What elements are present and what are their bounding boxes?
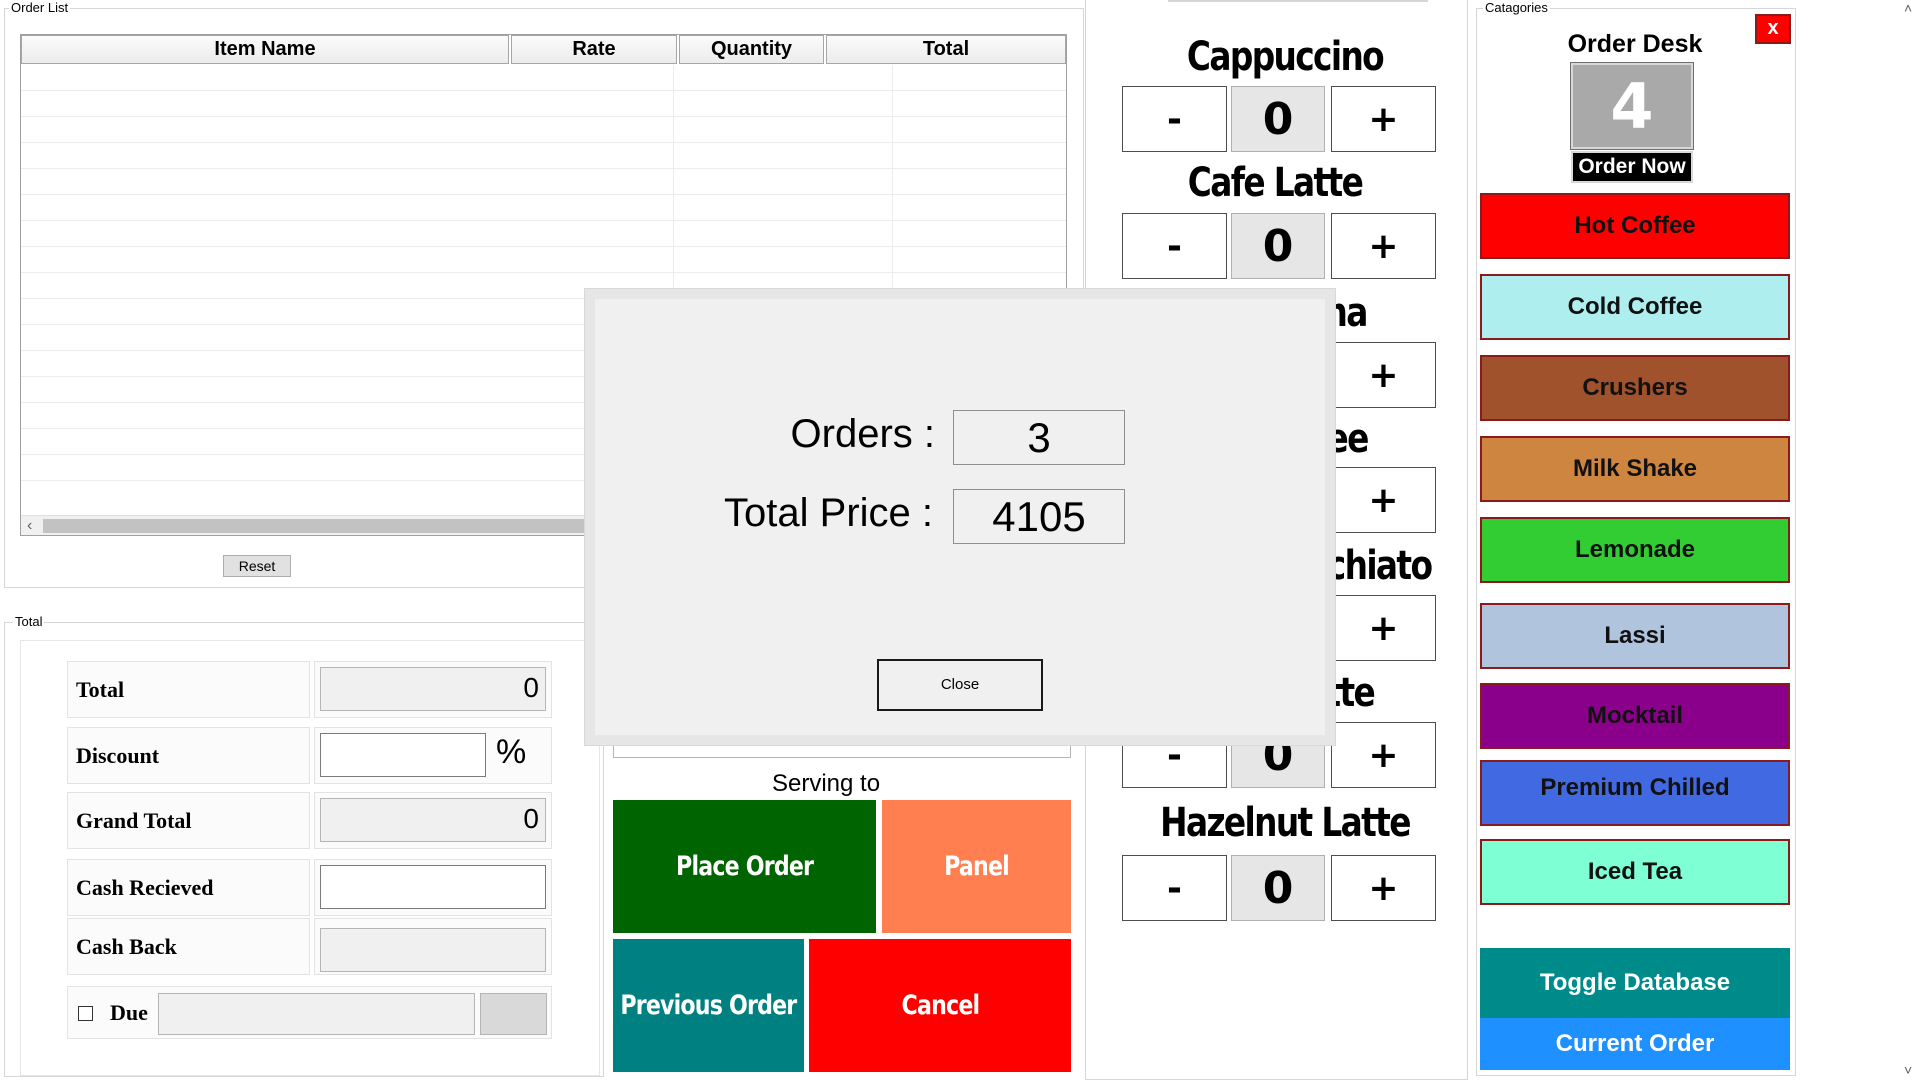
scroll-left-icon[interactable]: ‹ xyxy=(27,516,32,535)
scroll-up-icon[interactable]: ˄ xyxy=(1904,0,1912,16)
current-order-button[interactable]: Current Order xyxy=(1480,1018,1790,1070)
due-label: Due xyxy=(110,1000,148,1025)
cash-back-value xyxy=(320,928,546,972)
menu-panel-top-edge xyxy=(1168,0,1428,2)
due-date-field[interactable] xyxy=(480,993,547,1035)
total-price-value: 4105 xyxy=(953,489,1125,544)
item-name-cafe-latte: Cafe Latte xyxy=(1187,160,1364,206)
serving-to-label: Serving to xyxy=(772,770,881,797)
hazelnut-latte-plus-button[interactable]: + xyxy=(1331,855,1436,921)
reset-button[interactable]: Reset xyxy=(223,555,291,577)
item3-plus-button[interactable]: + xyxy=(1331,342,1436,408)
category-lassi[interactable]: Lassi xyxy=(1480,603,1790,669)
vertical-scrollbar[interactable]: ˄ ˅ xyxy=(1900,0,1920,1080)
macchiato-plus-button[interactable]: + xyxy=(1331,595,1436,661)
order-list-legend: Order List xyxy=(9,0,71,15)
previous-order-label: Previous Order xyxy=(620,990,797,1021)
category-iced-tea[interactable]: Iced Tea xyxy=(1480,839,1790,905)
item-name-cappuccino: Cappuccino xyxy=(1186,34,1385,80)
total-legend: Total xyxy=(13,614,45,629)
grand-total-value: 0 xyxy=(320,798,546,842)
categories-legend: Catagories xyxy=(1483,0,1550,15)
place-order-button[interactable]: Place Order xyxy=(613,800,876,933)
discount-label: Discount xyxy=(67,727,310,784)
item4-plus-button[interactable]: + xyxy=(1331,467,1436,533)
hazelnut-latte-minus-button[interactable]: - xyxy=(1122,855,1227,921)
cafe-latte-qty: 0 xyxy=(1231,213,1325,279)
discount-percent-label: % xyxy=(496,733,527,771)
cafe-latte-minus-button[interactable]: - xyxy=(1122,213,1227,279)
orders-value: 3 xyxy=(953,410,1125,465)
order-desk-label: Order Desk xyxy=(1567,30,1703,58)
cancel-button[interactable]: Cancel xyxy=(809,939,1071,1072)
cappuccino-plus-button[interactable]: + xyxy=(1331,86,1436,152)
toggle-database-button[interactable]: Toggle Database xyxy=(1480,948,1790,1018)
hazelnut-latte-qty: 0 xyxy=(1231,855,1325,921)
place-order-label: Place Order xyxy=(675,851,814,882)
col-header-rate[interactable]: Rate xyxy=(511,35,677,64)
orders-label: Orders : xyxy=(790,412,935,456)
category-mocktail[interactable]: Mocktail xyxy=(1480,683,1790,749)
due-amount-field xyxy=(158,993,475,1035)
cash-received-label: Cash Recieved xyxy=(67,859,310,916)
item-name-macchiato: chiato xyxy=(1326,543,1433,589)
cappuccino-minus-button[interactable]: - xyxy=(1122,86,1227,152)
category-lemonade[interactable]: Lemonade xyxy=(1480,517,1790,583)
category-cold-coffee[interactable]: Cold Coffee xyxy=(1480,274,1790,340)
total-price-label: Total Price : xyxy=(724,491,933,535)
grid-header: Item Name Rate Quantity Total xyxy=(21,35,1066,64)
category-milk-shake[interactable]: Milk Shake xyxy=(1480,436,1790,502)
dialog-close-button[interactable]: Close xyxy=(877,659,1043,711)
category-premium-chilled[interactable]: Premium Chilled xyxy=(1480,760,1790,826)
discount-input[interactable] xyxy=(320,733,486,777)
panel-button[interactable]: Panel xyxy=(882,800,1071,933)
order-summary-dialog: Orders : 3 Total Price : 4105 Close xyxy=(585,289,1335,745)
col-header-quantity[interactable]: Quantity xyxy=(679,35,824,64)
cappuccino-qty: 0 xyxy=(1231,86,1325,152)
col-header-item-name[interactable]: Item Name xyxy=(21,35,509,64)
category-crushers[interactable]: Crushers xyxy=(1480,355,1790,421)
item6-plus-button[interactable]: + xyxy=(1331,722,1436,788)
cash-received-input[interactable] xyxy=(320,865,546,909)
grand-total-label: Grand Total xyxy=(67,792,310,849)
total-label: Total xyxy=(67,661,310,718)
previous-order-button[interactable]: Previous Order xyxy=(613,939,804,1072)
scroll-down-icon[interactable]: ˅ xyxy=(1904,1062,1912,1078)
cafe-latte-plus-button[interactable]: + xyxy=(1331,213,1436,279)
desk-number: 4 xyxy=(1570,62,1694,150)
cancel-label: Cancel xyxy=(901,990,980,1021)
total-value: 0 xyxy=(320,667,546,711)
col-header-total[interactable]: Total xyxy=(826,35,1066,64)
category-hot-coffee[interactable]: Hot Coffee xyxy=(1480,193,1790,259)
order-now-button[interactable]: Order Now xyxy=(1571,151,1693,183)
due-checkbox[interactable] xyxy=(78,1006,93,1021)
panel-label: Panel xyxy=(944,851,1010,882)
cash-back-label: Cash Back xyxy=(67,918,310,975)
item-name-hazelnut-latte: Hazelnut Latte xyxy=(1160,800,1411,846)
